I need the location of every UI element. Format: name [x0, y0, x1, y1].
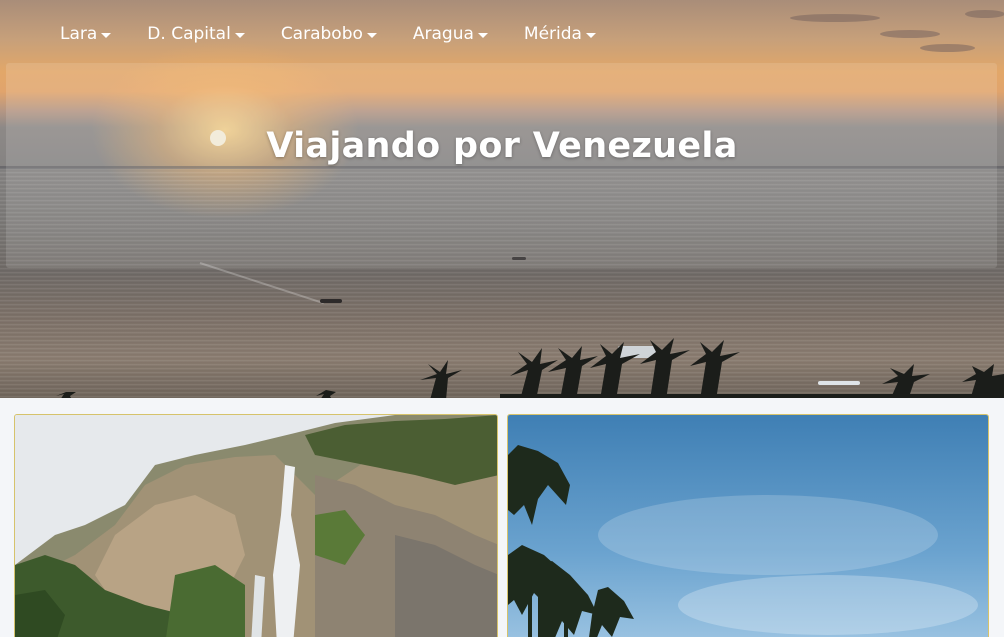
nav-item-carabobo[interactable]: Carabobo: [281, 22, 377, 46]
palm-trees-silhouette: [56, 338, 1004, 398]
nav-item-d-capital[interactable]: D. Capital: [147, 22, 245, 46]
cloud: [920, 44, 975, 52]
boat: [320, 299, 342, 303]
caret-down-icon: [234, 32, 245, 38]
nav-item-label: Aragua: [412, 24, 474, 44]
cloud: [965, 10, 1004, 18]
card-waterfall[interactable]: [14, 414, 498, 637]
nav-item-label: D. Capital: [147, 24, 231, 44]
cloud: [790, 14, 880, 22]
hero-banner: Viajando por Venezuela Lara D. Capital C…: [0, 0, 1004, 398]
card-palms[interactable]: [507, 414, 989, 637]
nav-item-label: Lara: [60, 24, 98, 44]
main-nav: Lara D. Capital Carabobo Aragua Mérida: [60, 22, 596, 46]
nav-item-merida[interactable]: Mérida: [524, 22, 596, 46]
nav-item-aragua[interactable]: Aragua: [413, 22, 488, 46]
caret-down-icon: [477, 32, 488, 38]
nav-item-label: Mérida: [523, 24, 582, 44]
cloud: [880, 30, 940, 38]
caret-down-icon: [101, 32, 112, 38]
caret-down-icon: [366, 32, 377, 38]
waterfall-cliff-photo: [15, 415, 497, 637]
page-title: Viajando por Venezuela: [266, 126, 738, 166]
caret-down-icon: [585, 32, 596, 38]
nav-item-lara[interactable]: Lara: [60, 22, 112, 46]
nav-item-label: Carabobo: [280, 24, 363, 44]
palm-trees-sky-photo: [508, 415, 988, 637]
